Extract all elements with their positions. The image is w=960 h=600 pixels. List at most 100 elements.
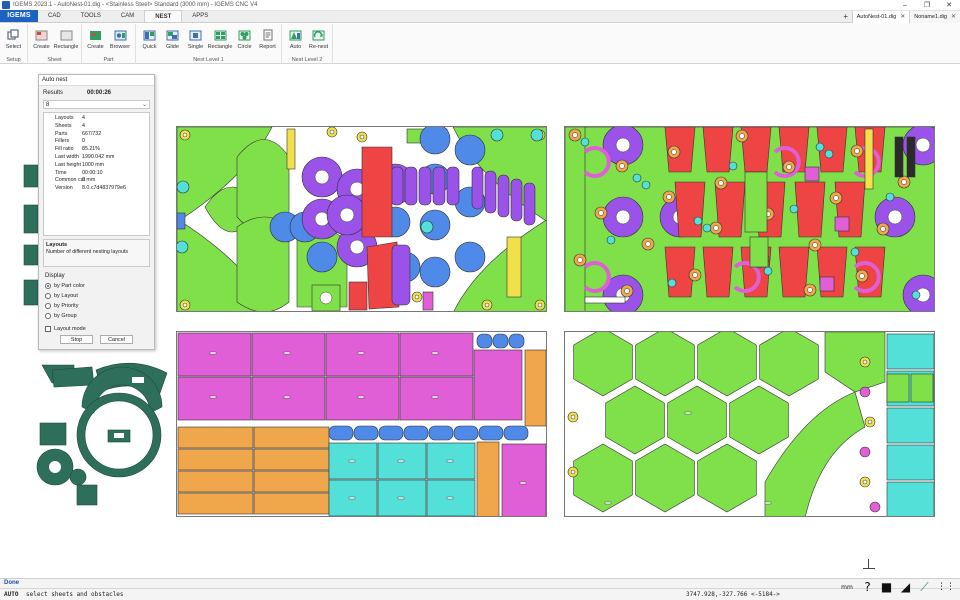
nested-part[interactable] (886, 407, 934, 444)
nested-part[interactable] (697, 332, 757, 397)
nested-part[interactable] (565, 127, 586, 311)
renest-button[interactable]: Re-nest (307, 26, 330, 54)
nested-part[interactable] (606, 235, 616, 245)
nested-part[interactable] (697, 443, 757, 513)
nested-part[interactable] (473, 349, 523, 421)
nested-part[interactable] (763, 266, 773, 276)
help-icon[interactable]: ? (861, 581, 874, 594)
glide-button[interactable]: Glide (161, 26, 184, 54)
report-button[interactable]: Report (256, 26, 279, 54)
nested-part[interactable] (906, 136, 916, 178)
stat-row[interactable]: Last height 1000 mm (44, 162, 149, 170)
nested-part[interactable] (501, 443, 546, 516)
circle-button[interactable]: Circle (233, 26, 256, 54)
nested-part[interactable] (399, 332, 474, 377)
nested-part[interactable] (476, 441, 500, 516)
stat-row[interactable]: Sheets 4 (44, 123, 149, 131)
nested-part[interactable] (286, 128, 296, 170)
nested-part[interactable] (834, 216, 850, 232)
nested-part[interactable] (728, 161, 738, 171)
grid-icon[interactable]: ⋮⋮ (937, 581, 955, 594)
nest-sheet-2[interactable] (564, 126, 935, 312)
nested-part[interactable] (253, 448, 330, 471)
nested-part[interactable] (432, 166, 446, 206)
nested-part[interactable] (885, 192, 895, 202)
nested-part[interactable] (886, 333, 934, 370)
close-icon[interactable]: ✕ (938, 0, 960, 11)
nested-part[interactable] (490, 128, 504, 142)
part-create-button[interactable]: Create (84, 26, 107, 54)
nested-part[interactable] (573, 332, 633, 397)
nested-part[interactable] (454, 241, 486, 273)
nested-part[interactable] (325, 376, 400, 421)
nested-part[interactable] (869, 501, 881, 513)
stat-row[interactable]: Version 8.0.c7d4837979e6 (44, 185, 149, 193)
nested-part[interactable] (580, 137, 590, 147)
display-by-part-color[interactable]: by Part color (45, 281, 150, 291)
doc-tab-noname1[interactable]: Noname1.dig ✕ (909, 11, 960, 23)
nested-part[interactable] (378, 425, 404, 441)
nested-part[interactable] (667, 278, 677, 288)
nested-part[interactable] (641, 180, 651, 190)
nested-part[interactable] (348, 281, 368, 311)
stat-row[interactable]: Parts 667/732 (44, 131, 149, 139)
display-by-layout[interactable]: by Layout (45, 291, 150, 301)
nested-part[interactable] (446, 166, 460, 206)
maximize-icon[interactable]: ❐ (916, 0, 938, 11)
nested-part[interactable] (420, 220, 434, 234)
nested-part[interactable] (886, 444, 934, 481)
nested-part[interactable] (503, 425, 529, 441)
nested-part[interactable] (667, 385, 727, 455)
nested-part[interactable] (177, 470, 254, 493)
nested-part[interactable] (584, 296, 626, 304)
nested-part[interactable] (804, 166, 820, 182)
nested-part[interactable] (177, 332, 252, 377)
nested-part[interactable] (729, 385, 789, 455)
unplaced-part[interactable] (23, 204, 39, 234)
nested-part[interactable] (253, 426, 330, 449)
auto-button[interactable]: Auto (284, 26, 307, 54)
layout-mode-checkbox[interactable]: Layout mode (45, 324, 150, 334)
nested-part[interactable] (251, 332, 326, 377)
nested-part[interactable] (886, 481, 934, 516)
nested-part[interactable] (702, 127, 734, 173)
nested-part[interactable] (850, 247, 860, 257)
stat-row[interactable]: Fill ratio 85.21% (44, 146, 149, 154)
select-button[interactable]: Select (2, 26, 25, 54)
nested-part[interactable] (632, 173, 642, 183)
nested-part[interactable] (177, 376, 252, 421)
nested-part[interactable] (428, 425, 454, 441)
nested-part[interactable] (403, 425, 429, 441)
nested-part[interactable] (471, 166, 484, 210)
radio-icon[interactable] (45, 283, 51, 289)
nested-part[interactable] (524, 349, 546, 427)
nested-part[interactable] (506, 236, 522, 298)
stop-button[interactable]: Stop (60, 335, 93, 344)
nested-part[interactable] (702, 223, 712, 233)
nested-part[interactable] (404, 166, 418, 206)
nest-sheet-1[interactable] (176, 126, 547, 312)
nested-part[interactable] (693, 216, 703, 226)
nested-part[interactable] (530, 128, 544, 142)
nested-part[interactable] (177, 492, 254, 515)
nested-part[interactable] (635, 332, 695, 397)
nested-part[interactable] (251, 376, 326, 421)
nested-part[interactable] (391, 244, 411, 306)
stat-row[interactable]: Common cut 0 mm (44, 177, 149, 185)
nested-part[interactable] (794, 181, 826, 238)
nested-part[interactable] (910, 373, 934, 403)
nested-part[interactable] (419, 127, 451, 155)
nested-part[interactable] (399, 376, 474, 421)
chevron-down-icon[interactable]: ⌄ (142, 101, 147, 109)
tab-cam[interactable]: CAM (111, 10, 144, 22)
snap-angle-icon[interactable]: ◢ (899, 581, 912, 594)
nested-part[interactable] (177, 448, 254, 471)
unplaced-part[interactable] (23, 244, 39, 266)
nested-part[interactable] (749, 236, 769, 268)
nested-part[interactable] (859, 386, 871, 398)
nest-rectangle-button[interactable]: Rectangle (207, 26, 233, 54)
display-by-priority[interactable]: by Priority (45, 301, 150, 311)
nested-part[interactable] (492, 333, 509, 349)
nested-part[interactable] (815, 142, 825, 152)
nested-part[interactable] (911, 290, 921, 300)
